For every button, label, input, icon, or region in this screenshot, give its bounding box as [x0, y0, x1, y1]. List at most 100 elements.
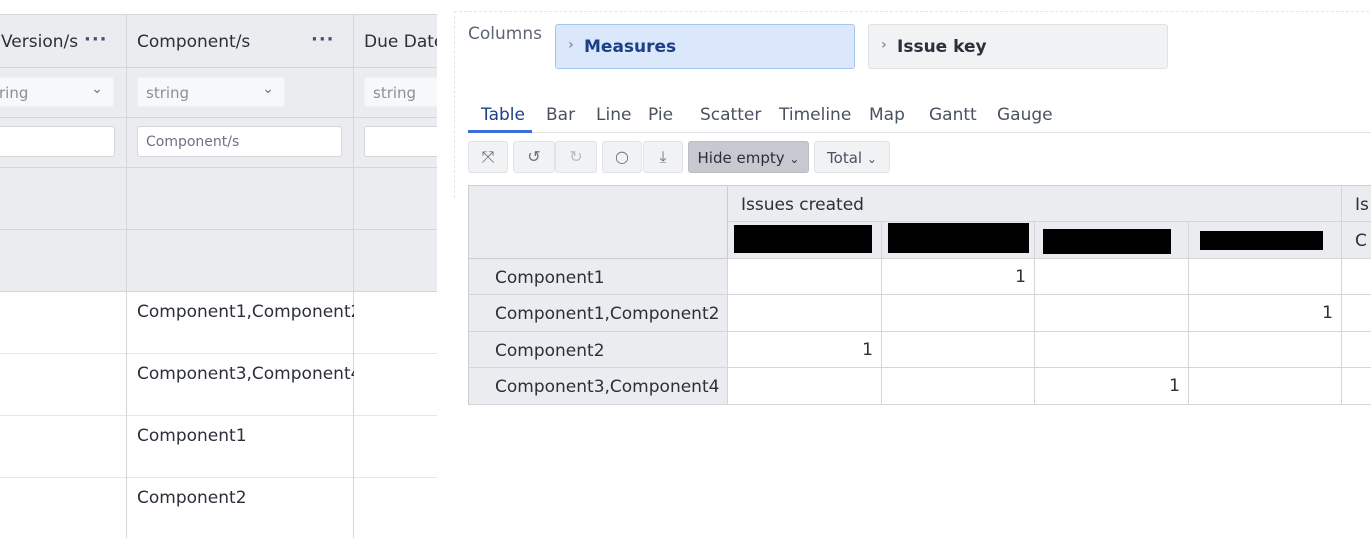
pivot-cell [1189, 259, 1342, 295]
grid-row [0, 416, 126, 478]
version-column-header[interactable]: Version/s ··· [0, 14, 126, 68]
measures-chip[interactable]: › Measures [555, 24, 855, 69]
report-pane: Columns › Measures › Issue key Table Bar… [437, 0, 1371, 538]
pivot-cell [1035, 259, 1189, 295]
component-filter-input[interactable]: Component/s [137, 126, 342, 157]
grid-row: Component1,Component2 [127, 292, 361, 354]
pivot-cell [882, 332, 1035, 368]
chevron-down-icon: ⌄ [91, 81, 103, 97]
due-date-column-header[interactable]: Due Date [354, 14, 437, 68]
expand-button[interactable]: ⤧ [468, 141, 508, 173]
chevron-down-icon: ⌄ [262, 81, 274, 97]
tab-map[interactable]: Map [869, 105, 905, 125]
tab-timeline[interactable]: Timeline [779, 105, 851, 125]
pivot-table: Issues created Is C Component1 1 Compone… [468, 185, 1371, 405]
redacted-block [734, 225, 872, 253]
grid-cell: Component3,Component4 [137, 364, 362, 384]
redo-button[interactable]: ↻ [555, 141, 597, 173]
pivot-row-header[interactable]: Component2 [468, 332, 728, 368]
tab-gantt[interactable]: Gantt [929, 105, 977, 125]
grid-row [354, 292, 437, 354]
pivot-cell [1342, 368, 1371, 405]
version-type-select[interactable]: ring ⌄ [0, 77, 114, 107]
chevron-down-icon: ⌄ [866, 152, 877, 166]
pivot-cell [1189, 368, 1342, 405]
grid-cell: Component1,Component2 [137, 302, 362, 322]
redacted-block [1043, 229, 1171, 254]
due-date-column-title: Due Date [364, 32, 437, 52]
undo-icon: ↺ [527, 147, 541, 166]
pivot-row-header[interactable]: Component3,Component4 [468, 368, 728, 405]
pivot-cell: 1 [1189, 295, 1342, 332]
pivot-cell: 1 [1035, 368, 1189, 405]
hide-empty-button[interactable]: Hide empty ⌄ [688, 141, 809, 173]
redacted-block [1200, 231, 1323, 250]
comment-icon: ○ [615, 147, 629, 166]
pivot-cell [728, 368, 882, 405]
pivot-cell [882, 368, 1035, 405]
export-button[interactable]: ⤓ [643, 141, 683, 173]
issue-key-chip[interactable]: › Issue key [868, 24, 1168, 69]
grid-cell: Component2 [137, 488, 247, 508]
tab-pie[interactable]: Pie [648, 105, 673, 125]
chevron-down-icon: ⌄ [789, 152, 800, 166]
column-menu-icon[interactable]: ··· [84, 29, 108, 50]
pivot-cell: 1 [882, 259, 1035, 295]
pivot-cell [1035, 332, 1189, 368]
pivot-cell [1342, 295, 1371, 332]
component-column-header[interactable]: Component/s ··· [127, 14, 353, 68]
chevron-right-icon: › [881, 37, 887, 53]
pivot-cell [1189, 332, 1342, 368]
grid-row [0, 292, 126, 354]
chart-type-tabs: Table Bar Line Pie Scatter Timeline Map … [468, 92, 1371, 133]
issue-key-header [1035, 222, 1189, 259]
pivot-cell [1342, 259, 1371, 295]
tab-bar[interactable]: Bar [546, 105, 575, 125]
grid-row [0, 354, 126, 416]
tab-line[interactable]: Line [596, 105, 631, 125]
pivot-cell: 1 [728, 332, 882, 368]
download-icon: ⤓ [659, 147, 667, 166]
pivot-cell [728, 259, 882, 295]
issue-key-header [1189, 222, 1342, 259]
pivot-cell [882, 295, 1035, 332]
columns-label: Columns [468, 24, 542, 44]
pivot-row-header[interactable]: Component1 [468, 259, 728, 295]
expand-icon: ⤧ [481, 147, 495, 166]
component-type-select[interactable]: string ⌄ [137, 77, 285, 107]
chevron-right-icon: › [568, 37, 574, 53]
redo-icon: ↻ [569, 147, 583, 166]
total-button[interactable]: Total ⌄ [814, 141, 890, 173]
grid-row [0, 478, 126, 538]
component-column: Component/s ··· string ⌄ Component/s Com… [127, 14, 361, 538]
grid-row [354, 354, 437, 416]
comment-button[interactable]: ○ [602, 141, 642, 173]
undo-button[interactable]: ↺ [513, 141, 555, 173]
grid-cell: Component1 [137, 426, 247, 446]
pivot-row-header[interactable]: Component1,Component2 [468, 295, 728, 332]
measure-header: Issues created [728, 185, 1342, 222]
issue-key-header [728, 222, 882, 259]
grid-row: Component1 [127, 416, 353, 478]
due-date-column: Due Date string [354, 14, 437, 538]
import-data-grid: Version/s ··· ring ⌄ Component/s ··· str… [0, 0, 437, 538]
grid-row [354, 478, 437, 538]
redacted-block [888, 223, 1029, 253]
issue-key-header [882, 222, 1035, 259]
version-column: Version/s ··· ring ⌄ [0, 14, 127, 538]
due-date-filter-input[interactable] [364, 126, 437, 157]
due-date-type-select[interactable]: string [364, 77, 437, 107]
version-filter-input[interactable] [0, 126, 115, 157]
tab-table[interactable]: Table [481, 105, 525, 125]
tab-gauge[interactable]: Gauge [997, 105, 1053, 125]
grid-row: Component2 [127, 478, 353, 538]
component-column-title: Component/s [137, 32, 251, 52]
pivot-cell [1035, 295, 1189, 332]
grid-row: Component3,Component4 [127, 354, 361, 416]
tab-scatter[interactable]: Scatter [700, 105, 761, 125]
grid-row [354, 416, 437, 478]
pivot-cell [728, 295, 882, 332]
pivot-cell [1342, 332, 1371, 368]
column-menu-icon[interactable]: ··· [311, 29, 335, 50]
pivot-corner [468, 185, 728, 259]
